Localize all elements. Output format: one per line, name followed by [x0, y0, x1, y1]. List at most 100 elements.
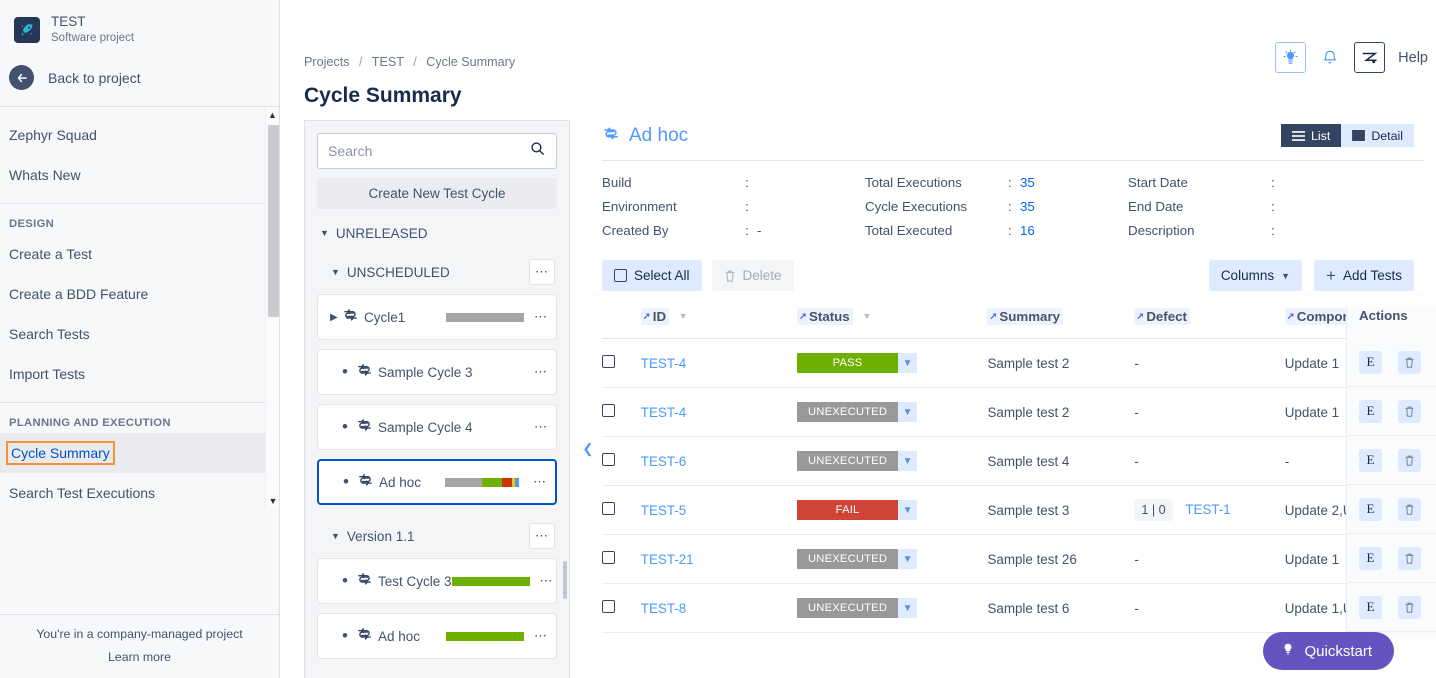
test-id-link[interactable]: TEST-5 — [641, 503, 686, 518]
pin-icon[interactable]: ➚ — [1136, 312, 1144, 322]
table-row[interactable]: TEST-6 UNEXECUTED ▼ Sample test 4 - - La… — [602, 437, 1436, 486]
cycle-card-ad-hoc-version[interactable]: • Ad hoc ⋯ — [317, 613, 557, 659]
view-toggle-detail[interactable]: Detail — [1341, 124, 1414, 147]
edit-button[interactable]: E — [1359, 400, 1382, 423]
learn-more-link[interactable]: Learn more — [0, 650, 279, 664]
breadcrumb-test[interactable]: TEST — [372, 55, 404, 69]
table-row[interactable]: TEST-21 UNEXECUTED ▼ Sample test 26 - Up… — [602, 535, 1436, 584]
select-all-button[interactable]: Select All — [602, 260, 702, 291]
delete-row-button[interactable] — [1398, 400, 1421, 423]
row-checkbox[interactable] — [602, 600, 615, 613]
defect-link[interactable]: TEST-1 — [1185, 502, 1230, 517]
status-dropdown-chevron-down-icon[interactable]: ▼ — [898, 598, 917, 618]
pin-icon[interactable]: ➚ — [799, 312, 807, 322]
tree-group-unreleased[interactable]: ▼ UNRELEASED — [317, 209, 557, 241]
edit-button[interactable]: E — [1359, 498, 1382, 521]
sidebar-item-search-test-executions[interactable]: Search Test Executions — [0, 473, 279, 509]
pin-icon[interactable]: ➚ — [1287, 312, 1295, 322]
search-icon[interactable] — [529, 140, 546, 162]
breadcrumb-projects[interactable]: Projects — [304, 55, 350, 69]
chevron-down-icon[interactable]: ▼ — [679, 311, 688, 321]
table-row[interactable]: TEST-8 UNEXECUTED ▼ Sample test 6 - Upda… — [602, 584, 1436, 633]
sidebar-item-search-tests[interactable]: Search Tests — [0, 314, 279, 354]
cycle-menu-button[interactable]: ⋯ — [534, 364, 548, 380]
table-header-summary[interactable]: ➚Summary — [987, 307, 1134, 339]
cycle-menu-button[interactable]: ⋯ — [533, 474, 547, 490]
row-checkbox[interactable] — [602, 551, 615, 564]
status-dropdown-chevron-down-icon[interactable]: ▼ — [898, 353, 917, 373]
delete-row-button[interactable] — [1398, 596, 1421, 619]
sidebar-scrollbar-thumb[interactable] — [268, 125, 279, 317]
columns-button[interactable]: Columns ▼ — [1209, 260, 1302, 291]
cycle-card-cycle1[interactable]: ▶ Cycle1 ⋯ — [317, 294, 557, 340]
tree-group-menu-button[interactable]: ⋯ — [529, 523, 555, 549]
cycle-card-test-cycle-3[interactable]: • Test Cycle 3 ⋯ — [317, 558, 557, 604]
status-badge[interactable]: UNEXECUTED — [797, 549, 898, 569]
status-dropdown-chevron-down-icon[interactable]: ▼ — [898, 549, 917, 569]
edit-button[interactable]: E — [1359, 351, 1382, 374]
pin-icon[interactable]: ➚ — [643, 312, 651, 322]
row-checkbox[interactable] — [602, 502, 615, 515]
table-row[interactable]: TEST-4 PASS ▼ Sample test 2 - Update 1 - — [602, 339, 1436, 388]
edit-button[interactable]: E — [1359, 596, 1382, 619]
status-badge[interactable]: UNEXECUTED — [797, 451, 898, 471]
sidebar-item-cycle-summary[interactable]: Cycle Summary — [0, 433, 279, 473]
table-header-defect[interactable]: ➚Defect — [1134, 307, 1284, 339]
cycle-card-sample-cycle-4[interactable]: • Sample Cycle 4 ⋯ — [317, 404, 557, 450]
scroll-down-icon[interactable]: ▼ — [266, 493, 279, 509]
test-id-link[interactable]: TEST-4 — [641, 405, 686, 420]
lightbulb-icon[interactable] — [1275, 42, 1306, 73]
status-badge[interactable]: UNEXECUTED — [797, 598, 898, 618]
status-dropdown-chevron-down-icon[interactable]: ▼ — [898, 500, 917, 520]
add-tests-button[interactable]: + Add Tests — [1314, 260, 1414, 291]
tree-group-version-1-1[interactable]: ▼ Version 1.1 ⋯ — [317, 505, 557, 549]
sidebar-scrollbar[interactable]: ▲ ▼ — [265, 107, 279, 509]
cycle-menu-button[interactable]: ⋯ — [540, 573, 554, 589]
edit-button[interactable]: E — [1359, 547, 1382, 570]
cycle-card-ad-hoc-selected[interactable]: • Ad hoc — [317, 459, 557, 505]
status-dropdown-chevron-down-icon[interactable]: ▼ — [898, 402, 917, 422]
cycle-menu-button[interactable]: ⋯ — [534, 309, 548, 325]
delete-row-button[interactable] — [1398, 351, 1421, 374]
sidebar-item-whats-new[interactable]: Whats New — [0, 155, 279, 195]
pin-icon[interactable]: ➚ — [989, 312, 997, 322]
delete-row-button[interactable] — [1398, 547, 1421, 570]
status-badge[interactable]: PASS — [797, 353, 898, 373]
delete-row-button[interactable] — [1398, 498, 1421, 521]
cycle-menu-button[interactable]: ⋯ — [534, 628, 548, 644]
search-input[interactable] — [328, 143, 529, 159]
table-row[interactable]: TEST-4 UNEXECUTED ▼ Sample test 2 - Upda… — [602, 388, 1436, 437]
sidebar-item-zephyr-squad[interactable]: Zephyr Squad — [0, 115, 279, 155]
edit-button[interactable]: E — [1359, 449, 1382, 472]
back-to-project-button[interactable]: Back to project — [0, 55, 279, 102]
table-header-id[interactable]: ➚ID ▼ — [641, 307, 797, 339]
tree-group-unscheduled[interactable]: ▼ UNSCHEDULED ⋯ — [317, 241, 557, 285]
breadcrumb-cycle-summary[interactable]: Cycle Summary — [426, 55, 515, 69]
tree-scrollbar-thumb[interactable] — [563, 561, 567, 599]
help-link[interactable]: Help — [1398, 50, 1428, 66]
delete-button[interactable]: Delete — [712, 260, 794, 291]
create-new-test-cycle-button[interactable]: Create New Test Cycle — [317, 178, 557, 209]
delete-row-button[interactable] — [1398, 449, 1421, 472]
sidebar-item-create-a-bdd-feature[interactable]: Create a BDD Feature — [0, 274, 279, 314]
test-id-link[interactable]: TEST-21 — [641, 552, 694, 567]
cycle-card-sample-cycle-3[interactable]: • Sample Cycle 3 ⋯ — [317, 349, 557, 395]
row-checkbox[interactable] — [602, 453, 615, 466]
status-dropdown-chevron-down-icon[interactable]: ▼ — [898, 451, 917, 471]
status-badge[interactable]: FAIL — [797, 500, 898, 520]
table-header-status[interactable]: ➚Status ▼ — [797, 307, 987, 339]
bell-icon[interactable] — [1317, 44, 1343, 72]
row-checkbox[interactable] — [602, 355, 615, 368]
zephyr-logo-icon[interactable] — [1354, 42, 1385, 73]
scroll-up-icon[interactable]: ▲ — [266, 107, 279, 123]
sidebar-item-create-a-test[interactable]: Create a Test — [0, 234, 279, 274]
view-toggle-list[interactable]: List — [1281, 124, 1341, 147]
test-id-link[interactable]: TEST-4 — [641, 356, 686, 371]
status-badge[interactable]: UNEXECUTED — [797, 402, 898, 422]
row-checkbox[interactable] — [602, 404, 615, 417]
cycle-menu-button[interactable]: ⋯ — [534, 419, 548, 435]
table-row[interactable]: TEST-5 FAIL ▼ Sample test 3 1 | 0 TEST- — [602, 486, 1436, 535]
quickstart-button[interactable]: Quickstart — [1263, 632, 1394, 670]
tree-group-menu-button[interactable]: ⋯ — [529, 259, 555, 285]
collapse-panel-chevron-left-icon[interactable]: ❮ — [580, 438, 596, 460]
